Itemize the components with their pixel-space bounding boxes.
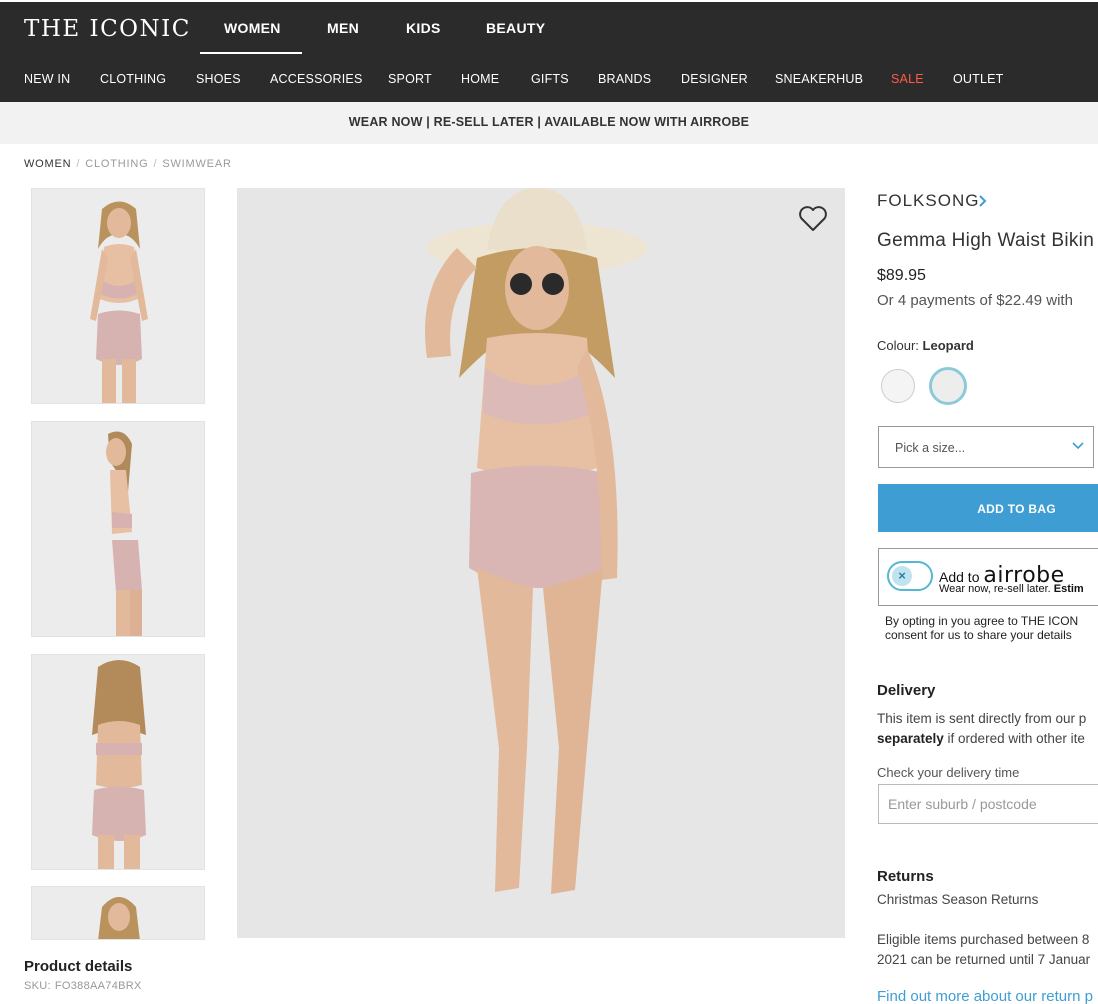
breadcrumb-separator: /: [153, 158, 158, 170]
tab-kids[interactable]: KIDS: [406, 20, 441, 36]
nav-accessories[interactable]: ACCESSORIES: [270, 72, 363, 86]
breadcrumb-swimwear[interactable]: SWIMWEAR: [162, 158, 231, 170]
nav-designer[interactable]: DESIGNER: [681, 72, 748, 86]
product-details-heading[interactable]: Product details: [24, 958, 132, 975]
size-placeholder: Pick a size...: [895, 441, 966, 455]
colour-label-text: Colour:: [877, 338, 919, 353]
afterpay-info: Or 4 payments of $22.49 with: [877, 292, 1073, 309]
active-tab-indicator: [200, 52, 302, 54]
delivery-line: separately if ordered with other ite: [877, 729, 1086, 749]
nav-sale[interactable]: SALE: [891, 72, 924, 86]
airrobe-toggle[interactable]: ×: [887, 561, 933, 591]
nav-home[interactable]: HOME: [461, 72, 499, 86]
product-sku: SKU: FO388AA74BRX: [24, 980, 142, 992]
consent-line: consent for us to share your details: [885, 628, 1072, 642]
add-to-bag-label: ADD TO BAG: [977, 502, 1056, 516]
add-to-bag-button[interactable]: ADD TO BAG: [878, 484, 1098, 532]
model-front-image: [32, 887, 204, 939]
top-navigation-bar: THE ICONIC WOMEN MEN KIDS BEAUTY NEW IN …: [0, 0, 1098, 102]
delivery-heading: Delivery: [877, 682, 936, 699]
nav-sneakerhub[interactable]: SNEAKERHUB: [775, 72, 863, 86]
chevron-right-icon[interactable]: [977, 194, 989, 208]
nav-clothing[interactable]: CLOTHING: [100, 72, 166, 86]
model-side-image: [32, 422, 204, 636]
colour-swatch-leopard[interactable]: [929, 367, 967, 405]
sku-label: SKU:: [24, 980, 51, 992]
delivery-line: This item is sent directly from our p: [877, 711, 1087, 726]
product-price: $89.95: [877, 267, 926, 284]
sku-value: FO388AA74BRX: [54, 980, 142, 992]
thumbnail-front[interactable]: [31, 188, 205, 404]
returns-line: Eligible items purchased between 8: [877, 932, 1090, 947]
model-full-image: [237, 188, 845, 938]
wishlist-heart-icon[interactable]: [797, 202, 829, 234]
returns-description: Eligible items purchased between 8 2021 …: [877, 930, 1090, 970]
nav-shoes[interactable]: SHOES: [196, 72, 241, 86]
nav-sport[interactable]: SPORT: [388, 72, 432, 86]
tab-beauty[interactable]: BEAUTY: [486, 20, 545, 36]
returns-line: 2021 can be returned until 7 Januar: [877, 952, 1091, 967]
delivery-description: This item is sent directly from our p se…: [877, 709, 1086, 749]
nav-brands[interactable]: BRANDS: [598, 72, 651, 86]
model-back-image: [32, 655, 204, 869]
thumbnail-back[interactable]: [31, 654, 205, 870]
breadcrumb-clothing[interactable]: CLOTHING: [85, 158, 148, 170]
promo-banner[interactable]: WEAR NOW | RE-SELL LATER | AVAILABLE NOW…: [0, 102, 1098, 144]
size-dropdown[interactable]: Pick a size...: [878, 426, 1094, 468]
delivery-line-rest: if ordered with other ite: [943, 731, 1085, 746]
returns-heading: Returns: [877, 868, 934, 885]
close-icon: ×: [892, 566, 912, 586]
breadcrumb-separator: /: [76, 158, 81, 170]
breadcrumb: WOMEN / CLOTHING / SWIMWEAR: [24, 158, 232, 170]
tab-men[interactable]: MEN: [327, 20, 359, 36]
airrobe-optin-box[interactable]: × Add to airrobe Wear now, re-sell later…: [878, 548, 1098, 606]
returns-policy-link[interactable]: Find out more about our return p: [877, 988, 1093, 1004]
consent-line: By opting in you agree to THE ICON: [885, 614, 1079, 628]
colour-label: Colour: Leopard: [877, 338, 974, 353]
airrobe-sub-label: Wear now, re-sell later.: [939, 583, 1051, 595]
chevron-down-icon: [1072, 442, 1084, 450]
thumbnail-side[interactable]: [31, 421, 205, 637]
breadcrumb-women[interactable]: WOMEN: [24, 158, 71, 170]
main-product-image[interactable]: [237, 188, 845, 938]
airrobe-subtext: Wear now, re-sell later. Estim: [939, 583, 1084, 595]
nav-new-in[interactable]: NEW IN: [24, 72, 70, 86]
postcode-input[interactable]: [878, 784, 1098, 824]
tab-women[interactable]: WOMEN: [224, 20, 281, 36]
thumbnail-extra[interactable]: [31, 886, 205, 940]
brand-name-link[interactable]: FOLKSONG: [877, 191, 979, 211]
delivery-bold-text: separately: [877, 731, 944, 746]
returns-season-title: Christmas Season Returns: [877, 892, 1039, 907]
delivery-check-label: Check your delivery time: [877, 765, 1020, 780]
product-title: Gemma High Waist Bikin: [877, 230, 1095, 251]
airrobe-consent-text: By opting in you agree to THE ICON conse…: [885, 614, 1078, 642]
site-logo[interactable]: THE ICONIC: [24, 16, 191, 42]
nav-gifts[interactable]: GIFTS: [531, 72, 569, 86]
airrobe-estimate-label: Estim: [1053, 583, 1084, 595]
model-front-image: [32, 189, 204, 403]
colour-value: Leopard: [922, 338, 974, 353]
colour-swatch-other[interactable]: [881, 369, 915, 403]
nav-outlet[interactable]: OUTLET: [953, 72, 1004, 86]
